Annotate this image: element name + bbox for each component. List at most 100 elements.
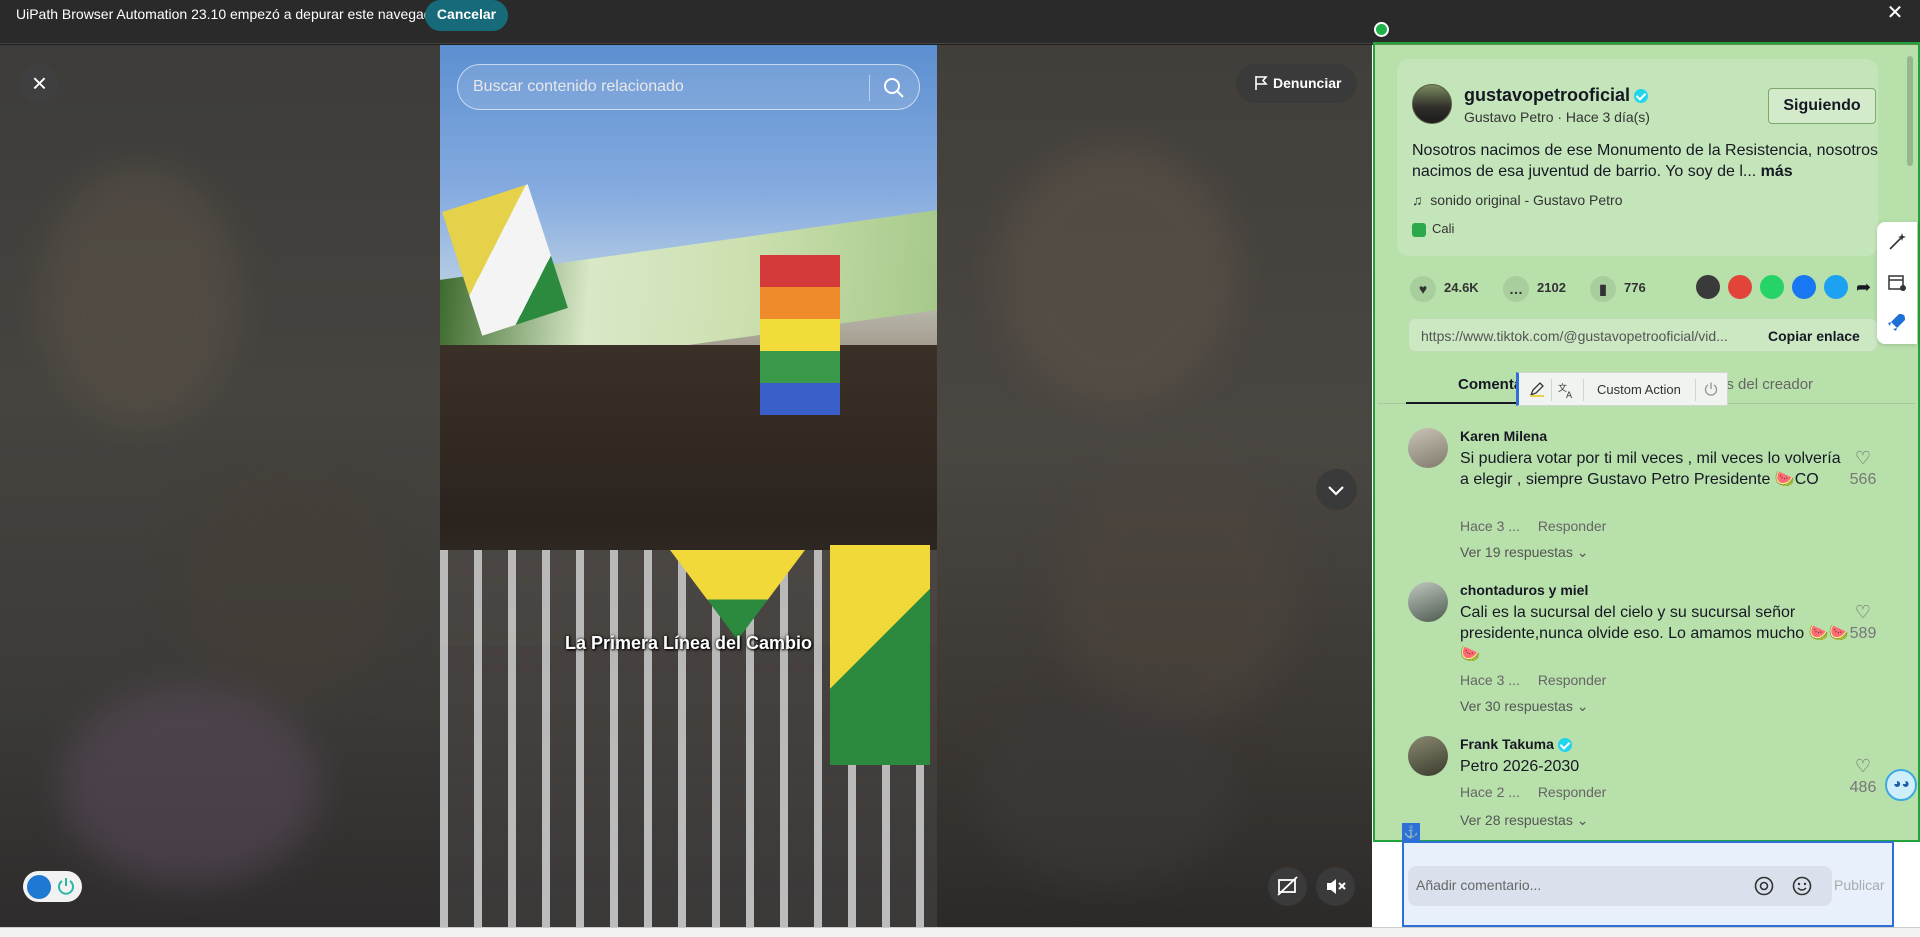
highlight-pen-icon[interactable] [1529,381,1545,397]
video-caption: La Primera Línea del Cambio [564,633,813,653]
comments-scrollbar[interactable] [1907,52,1913,852]
bottom-strip [0,927,1920,937]
copy-link-button[interactable]: Copiar enlace [1768,328,1860,344]
close-banner-icon[interactable]: ✕ [1882,0,1908,26]
following-button[interactable]: Siguiendo [1768,88,1876,124]
automation-banner-text: UiPath Browser Automation 23.10 empezó a… [16,6,445,22]
rocket-icon[interactable] [1887,312,1907,332]
tab-creator-videos[interactable]: os del creador [1718,376,1813,393]
embed-icon[interactable] [1696,275,1720,299]
chevron-down-icon: ⌄ [1576,812,1589,828]
comment-time: Hace 2 ... [1460,784,1520,800]
search-icon[interactable] [881,75,907,101]
related-search-input[interactable]: Buscar contenido relacionado [457,64,920,110]
video-description: Nosotros nacimos de ese Monumento de la … [1412,142,1879,180]
search-placeholder: Buscar contenido relacionado [473,78,684,95]
comment-like-count: 486 [1849,779,1877,796]
avatar[interactable] [1408,736,1448,776]
comment-time: Hace 3 ... [1460,672,1520,688]
uipath-target-icon [1374,22,1389,37]
comment-text: Cali es la sucursal del cielo y su sucur… [1460,604,1849,663]
view-replies-button[interactable]: Ver 30 respuestas ⌄ [1460,698,1588,715]
mention-icon[interactable] [1753,875,1775,897]
comment-author[interactable]: Frank Takuma [1460,736,1572,753]
share-arrow-icon[interactable]: ➦ [1856,277,1871,298]
flag-icon [1255,76,1268,90]
view-replies-button[interactable]: Ver 19 respuestas ⌄ [1460,544,1588,561]
report-button[interactable]: Denunciar [1236,64,1357,103]
calendar-icon[interactable] [1887,272,1907,292]
comment-like-button[interactable]: ♡ 566 [1848,448,1878,489]
translate-icon[interactable]: 文 A [1557,381,1575,399]
video-frame[interactable]: La Primera Línea del Cambio [440,45,937,927]
blurred-background-left [0,45,440,927]
chevron-down-icon: ⌄ [1576,544,1589,560]
floating-player-icon [1277,876,1298,896]
facebook-icon[interactable] [1792,275,1816,299]
reply-button[interactable]: Responder [1538,672,1607,688]
comment-author[interactable]: chontaduros y miel [1460,582,1588,598]
anchor-icon[interactable]: ⚓ [1402,823,1420,841]
comment-placeholder: Añadir comentario... [1416,877,1542,893]
extension-toggle[interactable] [23,871,82,902]
music-note-icon: ♫ [1412,192,1431,208]
comment-text: Si pudiera votar por ti mil veces , mil … [1460,450,1841,488]
extension-logo-icon [27,875,51,899]
heart-outline-icon: ♡ [1854,756,1872,776]
floating-player-button[interactable] [1268,867,1307,906]
comment-item: chontaduros y miel Cali es la sucursal d… [1408,582,1878,722]
bookmark-icon: ▮ [1590,275,1616,302]
robot-icon: ◕◕ [1893,775,1910,791]
chevron-down-icon [1328,486,1344,496]
comment-like-button[interactable]: ♡ 486 [1848,756,1878,797]
comment-text: Petro 2026-2030 [1460,758,1580,775]
publish-button[interactable]: Publicar [1834,877,1885,893]
share-link-url[interactable]: https://www.tiktok.com/@gustavopetroofic… [1421,328,1728,344]
comment-input[interactable]: Añadir comentario... [1408,866,1832,906]
video-viewer: × La Primera Línea del Cambio Buscar con… [0,45,1372,927]
emoji-icon[interactable] [1791,875,1813,897]
blurred-background-right [937,45,1372,927]
like-button[interactable]: ♥ 24.6K [1410,275,1479,302]
magic-wand-icon[interactable] [1887,232,1907,252]
comment-button[interactable]: … 2102 [1503,275,1566,302]
friends-share-icon[interactable] [1728,275,1752,299]
comment-time: Hace 3 ... [1460,518,1520,534]
mute-button[interactable] [1316,867,1355,906]
chevron-down-icon: ⌄ [1576,698,1589,714]
location-tag[interactable]: Cali [1412,221,1454,241]
whatsapp-icon[interactable] [1760,275,1784,299]
reply-button[interactable]: Responder [1538,518,1607,534]
next-video-button[interactable] [1316,469,1357,510]
close-video-button[interactable]: × [20,64,59,103]
svg-text:A: A [1566,391,1573,399]
power-icon[interactable] [1703,381,1719,397]
save-button[interactable]: ▮ 776 [1590,275,1646,302]
volume-muted-icon [1327,879,1346,894]
close-icon: × [31,68,48,98]
author-subtitle: Gustavo Petro · Hace 3 día(s) [1464,109,1650,125]
custom-action-button[interactable]: Custom Action [1597,382,1681,397]
comment-like-count: 566 [1849,471,1877,488]
music-link[interactable]: ♫ sonido original - Gustavo Petro [1412,192,1623,208]
cancel-debug-button[interactable]: Cancelar [425,0,508,31]
comment-author[interactable]: Karen Milena [1460,428,1547,444]
heart-icon: ♥ [1410,275,1436,302]
view-replies-button[interactable]: Ver 28 respuestas ⌄ [1460,812,1588,829]
comment-like-button[interactable]: ♡ 589 [1848,602,1878,643]
twitter-icon[interactable] [1824,275,1848,299]
avatar[interactable] [1408,582,1448,622]
power-icon [58,878,74,895]
author-username[interactable]: gustavopetrooficial [1464,85,1649,106]
reply-button[interactable]: Responder [1538,784,1607,800]
avatar[interactable] [1412,84,1452,124]
comment-icon: … [1503,275,1529,302]
location-pin-icon [1412,222,1426,237]
tab-comments[interactable]: Comenta [1458,376,1522,393]
assistant-robot-button[interactable]: ◕◕ [1885,769,1917,801]
more-link[interactable]: más [1761,163,1793,180]
comment-item: Frank Takuma Petro 2026-2030 Hace 2 ... … [1408,736,1878,836]
share-link-box: https://www.tiktok.com/@gustavopetroofic… [1408,318,1878,352]
heart-outline-icon: ♡ [1854,602,1872,622]
avatar[interactable] [1408,428,1448,468]
